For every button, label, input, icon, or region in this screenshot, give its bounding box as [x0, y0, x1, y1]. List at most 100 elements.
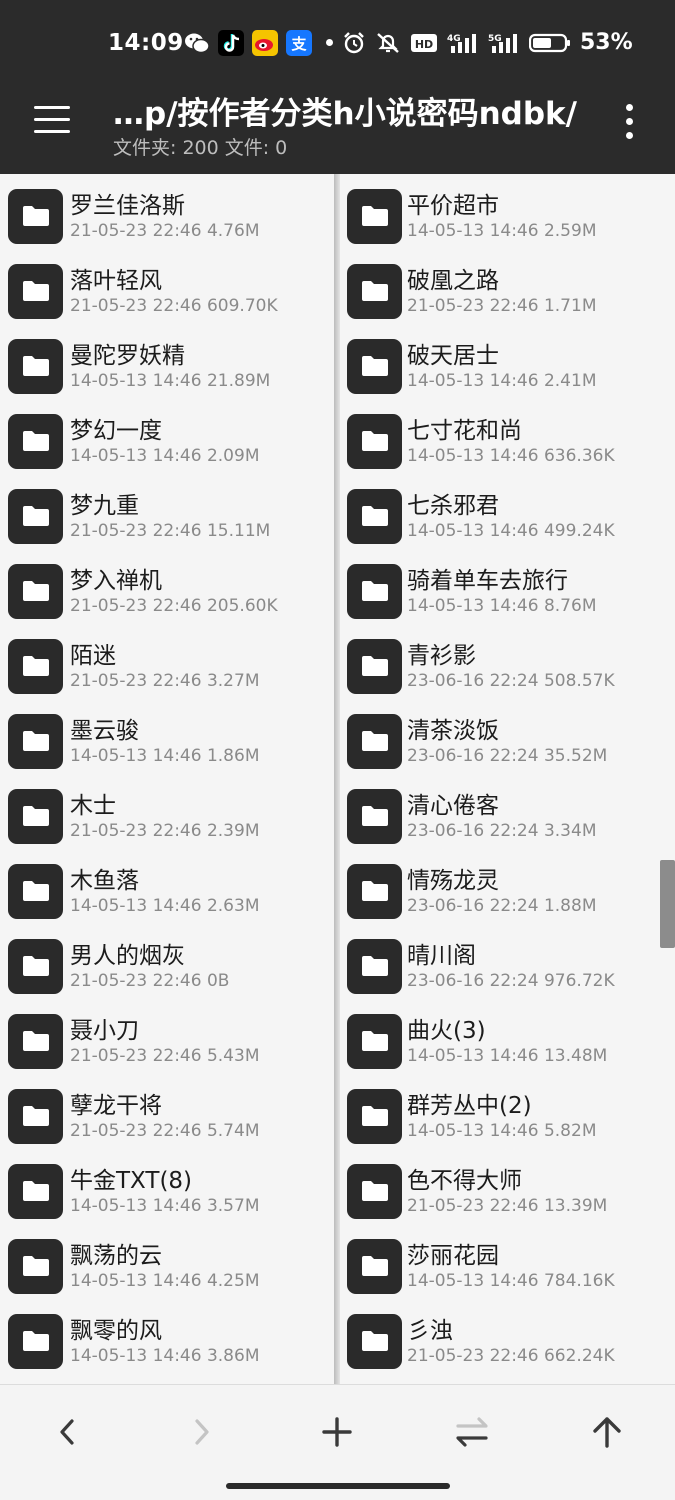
folder-name: 木士 — [70, 793, 116, 819]
folder-name: 破凰之路 — [407, 268, 499, 294]
folder-row[interactable]: 飘荡的云 14-05-13 14:46 4.25M — [0, 1234, 334, 1309]
folder-meta: 14-05-13 14:46 2.63M — [70, 896, 260, 916]
folder-row[interactable]: 平价超市 14-05-13 14:46 2.59M — [340, 184, 675, 259]
status-bar: 14:09 支 HD 4G 5G 53% — [0, 22, 675, 66]
folder-name: 群芳丛中(2) — [407, 1093, 532, 1119]
left-file-list: 罗兰佳洛斯 21-05-23 22:46 4.76M 落叶轻风 21-05-23 22… — [0, 184, 334, 1384]
folder-row[interactable]: 清心倦客 23-06-16 22:24 3.34M — [340, 784, 675, 859]
folder-row[interactable]: 曼陀罗妖精 14-05-13 14:46 21.89M — [0, 334, 334, 409]
folder-row[interactable]: 孽龙干将 21-05-23 22:46 5.74M — [0, 1084, 334, 1159]
folder-meta: 14-05-13 14:46 1.86M — [70, 746, 260, 766]
folder-row[interactable]: 曲火(3) 14-05-13 14:46 13.48M — [340, 1009, 675, 1084]
add-button[interactable] — [307, 1407, 367, 1457]
folder-name: 七杀邪君 — [407, 493, 499, 519]
app-header: 14:09 支 HD 4G 5G 53% …p/按作者分类h小说密码ndbk/ … — [0, 0, 675, 174]
folder-name: 七寸花和尚 — [407, 418, 522, 444]
folder-name: 牛金TXT(8) — [70, 1168, 193, 1194]
mute-bell-icon — [377, 32, 399, 53]
plus-icon — [322, 1417, 352, 1447]
folder-icon — [8, 339, 63, 394]
folder-row[interactable]: 莎丽花园 14-05-13 14:46 784.16K — [340, 1234, 675, 1309]
bottom-toolbar — [0, 1384, 675, 1500]
battery-percentage: 53% — [580, 30, 633, 55]
folder-name: 彡浊 — [407, 1318, 453, 1344]
chevron-left-icon — [60, 1419, 74, 1445]
folder-icon — [8, 489, 63, 544]
folder-meta: 21-05-23 22:46 662.24K — [407, 1346, 615, 1366]
more-vert-icon — [626, 104, 633, 111]
folder-meta: 21-05-23 22:46 0B — [70, 971, 230, 991]
folder-row[interactable]: 飘零的风 14-05-13 14:46 3.86M — [0, 1309, 334, 1384]
folder-name: 色不得大师 — [407, 1168, 522, 1194]
folder-row[interactable]: 梦入禅机 21-05-23 22:46 205.60K — [0, 559, 334, 634]
folder-meta: 21-05-23 22:46 205.60K — [70, 596, 278, 616]
folder-icon — [8, 639, 63, 694]
folder-icon — [347, 264, 402, 319]
folder-row[interactable]: 罗兰佳洛斯 21-05-23 22:46 4.76M — [0, 184, 334, 259]
folder-row[interactable]: 木鱼落 14-05-13 14:46 2.63M — [0, 859, 334, 934]
arrow-up-icon — [593, 1417, 621, 1448]
folder-icon — [347, 1014, 402, 1069]
folder-row[interactable]: 晴川阁 23-06-16 22:24 976.72K — [340, 934, 675, 1009]
folder-row[interactable]: 墨云骏 14-05-13 14:46 1.86M — [0, 709, 334, 784]
folder-row[interactable]: 破天居士 14-05-13 14:46 2.41M — [340, 334, 675, 409]
hamburger-line — [34, 130, 70, 133]
folder-meta: 14-05-13 14:46 3.86M — [70, 1346, 260, 1366]
swap-panes-button[interactable] — [442, 1407, 502, 1457]
right-file-pane[interactable]: 平价超市 14-05-13 14:46 2.59M 破凰之路 21-05-23 22:… — [340, 174, 675, 1384]
folder-icon — [8, 1014, 63, 1069]
folder-name: 聂小刀 — [70, 1018, 139, 1044]
folder-name: 梦幻一度 — [70, 418, 162, 444]
folder-name: 情殇龙灵 — [407, 868, 499, 894]
folder-row[interactable]: 男人的烟灰 21-05-23 22:46 0B — [0, 934, 334, 1009]
alarm-icon — [344, 31, 364, 53]
folder-row[interactable]: 破凰之路 21-05-23 22:46 1.71M — [340, 259, 675, 334]
folder-meta: 14-05-13 14:46 4.25M — [70, 1271, 260, 1291]
folder-row[interactable]: 清茶淡饭 23-06-16 22:24 35.52M — [340, 709, 675, 784]
folder-icon — [347, 639, 402, 694]
folder-row[interactable]: 彡浊 21-05-23 22:46 662.24K — [340, 1309, 675, 1384]
left-file-pane[interactable]: 罗兰佳洛斯 21-05-23 22:46 4.76M 落叶轻风 21-05-23 22… — [0, 174, 334, 1384]
folder-name: 曲火(3) — [407, 1018, 486, 1044]
folder-name: 青衫影 — [407, 643, 476, 669]
folder-name: 梦入禅机 — [70, 568, 162, 594]
folder-row[interactable]: 骑着单车去旅行 14-05-13 14:46 8.76M — [340, 559, 675, 634]
folder-row[interactable]: 牛金TXT(8) 14-05-13 14:46 3.57M — [0, 1159, 334, 1234]
folder-meta: 21-05-23 22:46 13.39M — [407, 1196, 608, 1216]
folder-name: 飘零的风 — [70, 1318, 162, 1344]
folder-icon — [8, 789, 63, 844]
folder-row[interactable]: 色不得大师 21-05-23 22:46 13.39M — [340, 1159, 675, 1234]
folder-row[interactable]: 聂小刀 21-05-23 22:46 5.43M — [0, 1009, 334, 1084]
folder-row[interactable]: 木士 21-05-23 22:46 2.39M — [0, 784, 334, 859]
more-options-button[interactable] — [622, 104, 638, 140]
home-indicator[interactable] — [226, 1483, 450, 1489]
folder-row[interactable]: 七杀邪君 14-05-13 14:46 499.24K — [340, 484, 675, 559]
battery-icon — [529, 33, 570, 52]
notification-dot-icon — [326, 39, 333, 46]
parent-folder-button[interactable] — [577, 1407, 637, 1457]
folder-row[interactable]: 青衫影 23-06-16 22:24 508.57K — [340, 634, 675, 709]
folder-row[interactable]: 梦九重 21-05-23 22:46 15.11M — [0, 484, 334, 559]
folder-icon — [347, 189, 402, 244]
folder-row[interactable]: 七寸花和尚 14-05-13 14:46 636.36K — [340, 409, 675, 484]
alipay-icon: 支 — [286, 30, 312, 56]
folder-row[interactable]: 陌迷 21-05-23 22:46 3.27M — [0, 634, 334, 709]
folder-row[interactable]: 落叶轻风 21-05-23 22:46 609.70K — [0, 259, 334, 334]
forward-button[interactable] — [172, 1407, 232, 1457]
system-status-icons: HD 4G 5G 53% — [326, 30, 633, 55]
weibo-icon — [252, 30, 278, 56]
folder-icon — [347, 939, 402, 994]
back-button[interactable] — [37, 1407, 97, 1457]
folder-row[interactable]: 情殇龙灵 23-06-16 22:24 1.88M — [340, 859, 675, 934]
menu-button[interactable] — [34, 106, 72, 136]
folder-name: 罗兰佳洛斯 — [70, 193, 185, 219]
folder-row[interactable]: 梦幻一度 14-05-13 14:46 2.09M — [0, 409, 334, 484]
status-time: 14:09 — [108, 30, 184, 56]
folder-row[interactable]: 群芳丛中(2) 14-05-13 14:46 5.82M — [340, 1084, 675, 1159]
path-title: …p/按作者分类h小说密码ndbk/ — [113, 96, 577, 132]
scrollbar-thumb[interactable] — [660, 860, 675, 948]
more-dot — [626, 118, 633, 125]
folder-meta: 14-05-13 14:46 2.41M — [407, 371, 597, 391]
folder-name: 莎丽花园 — [407, 1243, 499, 1269]
folder-meta: 14-05-13 14:46 8.76M — [407, 596, 597, 616]
